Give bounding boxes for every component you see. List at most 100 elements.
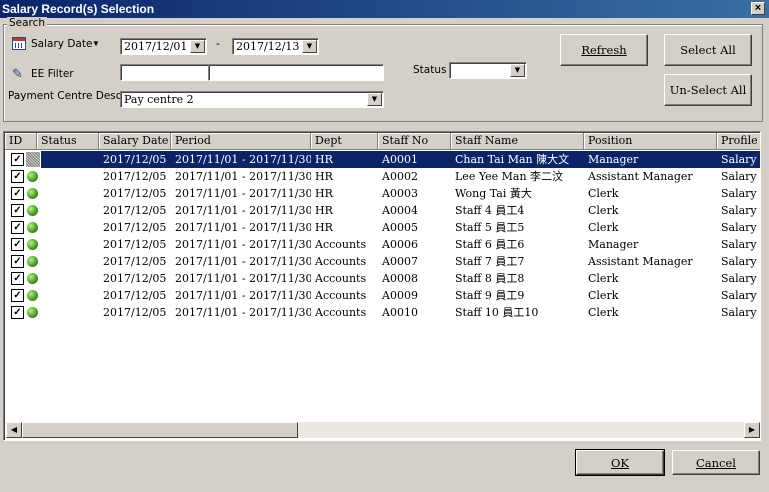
- status-select[interactable]: ▼: [449, 62, 527, 79]
- cell-position: Assistant Manager: [588, 170, 693, 183]
- cell-staff-no: A0010: [382, 306, 418, 319]
- status-label: Status: [413, 64, 447, 76]
- ee-filter-label[interactable]: EE Filter: [31, 68, 74, 80]
- column-header-period[interactable]: Period: [171, 133, 311, 150]
- cell-profile: Salary P: [717, 151, 760, 168]
- table-row[interactable]: ✓ 2017/12/05 2017/11/01 - 2017/11/30 HR A000…: [5, 202, 760, 219]
- cell-period: 2017/11/01 - 2017/11/30: [175, 204, 311, 217]
- row-checkbox[interactable]: ✓: [11, 170, 24, 183]
- table-row[interactable]: ✓ 2017/12/05 2017/11/01 - 2017/11/30 HR A000…: [5, 168, 760, 185]
- cell-period: 2017/11/01 - 2017/11/30: [175, 221, 311, 234]
- cell-staff-no: A0007: [382, 255, 418, 268]
- row-checkbox[interactable]: ✓: [11, 204, 24, 217]
- row-checkbox[interactable]: ✓: [11, 187, 24, 200]
- cell-profile: Salary P: [721, 221, 760, 234]
- row-checkbox[interactable]: ✓: [11, 153, 24, 166]
- row-checkbox[interactable]: ✓: [11, 289, 24, 302]
- select-all-button-label: Select All: [680, 43, 736, 57]
- ok-button-label: OK: [610, 455, 630, 470]
- unselect-all-button[interactable]: Un-Select All: [664, 74, 752, 106]
- cell-staff-name: Staff 5 員工5: [455, 221, 525, 234]
- salary-date-label[interactable]: Salary Date: [31, 38, 92, 50]
- cell-profile: Salary P: [721, 289, 760, 302]
- column-header-salary-date[interactable]: Salary Date: [99, 133, 171, 150]
- cell-salary-date: 2017/12/05: [103, 289, 167, 302]
- cell-position: Assistant Manager: [588, 255, 693, 268]
- cell-period: 2017/11/01 - 2017/11/30: [175, 289, 311, 302]
- cell-staff-name: Staff 8 員工8: [455, 272, 525, 285]
- dropdown-arrow-icon[interactable]: ▼: [302, 40, 317, 53]
- cell-profile: Salary P: [721, 187, 760, 200]
- column-header-id[interactable]: ID: [5, 133, 37, 150]
- cell-staff-no: A0001: [378, 151, 451, 168]
- cell-position: Clerk: [588, 221, 619, 234]
- ee-filter-field-2[interactable]: [208, 64, 384, 81]
- cancel-button[interactable]: Cancel: [672, 450, 760, 475]
- selection-band: [41, 151, 99, 168]
- cell-dept: Accounts: [315, 238, 367, 251]
- cell-dept: Accounts: [315, 255, 367, 268]
- salary-date-from-picker[interactable]: 2017/12/01 ▼: [120, 38, 207, 55]
- cell-dept: HR: [315, 187, 333, 200]
- payment-centre-select[interactable]: Pay centre 2 ▼: [120, 91, 384, 108]
- column-header-staff-name[interactable]: Staff Name: [451, 133, 584, 150]
- table-row[interactable]: ✓ 2017/12/05 2017/11/01 - 2017/11/30 Accoun…: [5, 236, 760, 253]
- column-header-status[interactable]: Status: [37, 133, 99, 150]
- table-row[interactable]: ✓ 2017/12/05 2017/11/01 - 2017/11/30 Accoun…: [5, 304, 760, 321]
- salary-date-to-picker[interactable]: 2017/12/13 ▼: [232, 38, 319, 55]
- salary-records-grid[interactable]: ID Status Salary Date Period Dept Staff …: [3, 131, 761, 441]
- cell-profile: Salary P: [721, 170, 760, 183]
- ee-filter-field-1[interactable]: [120, 64, 209, 81]
- window-title-bar: Salary Record(s) Selection ×: [0, 0, 769, 18]
- table-row[interactable]: ✓ 2017/12/05 2017/11/01 - 2017/11/30 Accoun…: [5, 253, 760, 270]
- cell-salary-date: 2017/12/05: [103, 170, 167, 183]
- select-all-button[interactable]: Select All: [664, 34, 752, 66]
- cell-dept: HR: [315, 170, 333, 183]
- window-title: Salary Record(s) Selection: [2, 2, 155, 16]
- status-ok-icon: [27, 256, 38, 267]
- row-checkbox[interactable]: ✓: [11, 255, 24, 268]
- cancel-button-label: Cancel: [696, 455, 736, 470]
- dropdown-arrow-icon[interactable]: ▼: [190, 40, 205, 53]
- status-ok-icon: [27, 188, 38, 199]
- refresh-button[interactable]: Refresh: [560, 34, 648, 66]
- column-header-position[interactable]: Position: [584, 133, 717, 150]
- cell-dept: HR: [311, 151, 378, 168]
- cell-position: Clerk: [588, 204, 619, 217]
- cell-salary-date: 2017/12/05: [103, 255, 167, 268]
- cell-profile: Salary P: [721, 255, 760, 268]
- calendar-icon: [12, 37, 26, 50]
- salary-date-from-value: 2017/12/01: [124, 40, 188, 53]
- dropdown-arrow-icon[interactable]: ▼: [510, 64, 525, 77]
- cell-period: 2017/11/01 - 2017/11/30: [171, 151, 311, 168]
- row-selector-icon: [26, 152, 40, 167]
- status-ok-icon: [27, 239, 38, 250]
- chevron-down-icon[interactable]: ▼: [92, 39, 100, 48]
- column-header-profile[interactable]: Profile: [717, 133, 760, 150]
- horizontal-scrollbar[interactable]: ◀ ▶: [6, 422, 760, 438]
- table-row[interactable]: ✓ 2017/12/05 2017/11/01 - 2017/11/30 HR A000…: [5, 151, 760, 168]
- table-row[interactable]: ✓ 2017/12/05 2017/11/01 - 2017/11/30 Accoun…: [5, 270, 760, 287]
- scroll-right-icon[interactable]: ▶: [744, 422, 760, 438]
- row-checkbox[interactable]: ✓: [11, 221, 24, 234]
- cell-position: Clerk: [588, 187, 619, 200]
- cell-salary-date: 2017/12/05: [103, 187, 167, 200]
- cell-period: 2017/11/01 - 2017/11/30: [175, 238, 311, 251]
- column-header-dept[interactable]: Dept: [311, 133, 378, 150]
- table-row[interactable]: ✓ 2017/12/05 2017/11/01 - 2017/11/30 HR A000…: [5, 219, 760, 236]
- cell-dept: Accounts: [315, 289, 367, 302]
- row-checkbox[interactable]: ✓: [11, 306, 24, 319]
- ok-button[interactable]: OK: [575, 449, 665, 476]
- table-row[interactable]: ✓ 2017/12/05 2017/11/01 - 2017/11/30 Accoun…: [5, 287, 760, 304]
- close-button[interactable]: ×: [751, 2, 765, 15]
- row-checkbox[interactable]: ✓: [11, 238, 24, 251]
- cell-period: 2017/11/01 - 2017/11/30: [175, 255, 311, 268]
- table-row[interactable]: ✓ 2017/12/05 2017/11/01 - 2017/11/30 HR A000…: [5, 185, 760, 202]
- cell-salary-date: 2017/12/05: [103, 272, 167, 285]
- dropdown-arrow-icon[interactable]: ▼: [367, 93, 382, 106]
- row-checkbox[interactable]: ✓: [11, 272, 24, 285]
- scroll-thumb[interactable]: [22, 422, 298, 438]
- column-header-staff-no[interactable]: Staff No: [378, 133, 451, 150]
- scroll-left-icon[interactable]: ◀: [6, 422, 22, 438]
- cell-staff-name: Staff 6 員工6: [455, 238, 525, 251]
